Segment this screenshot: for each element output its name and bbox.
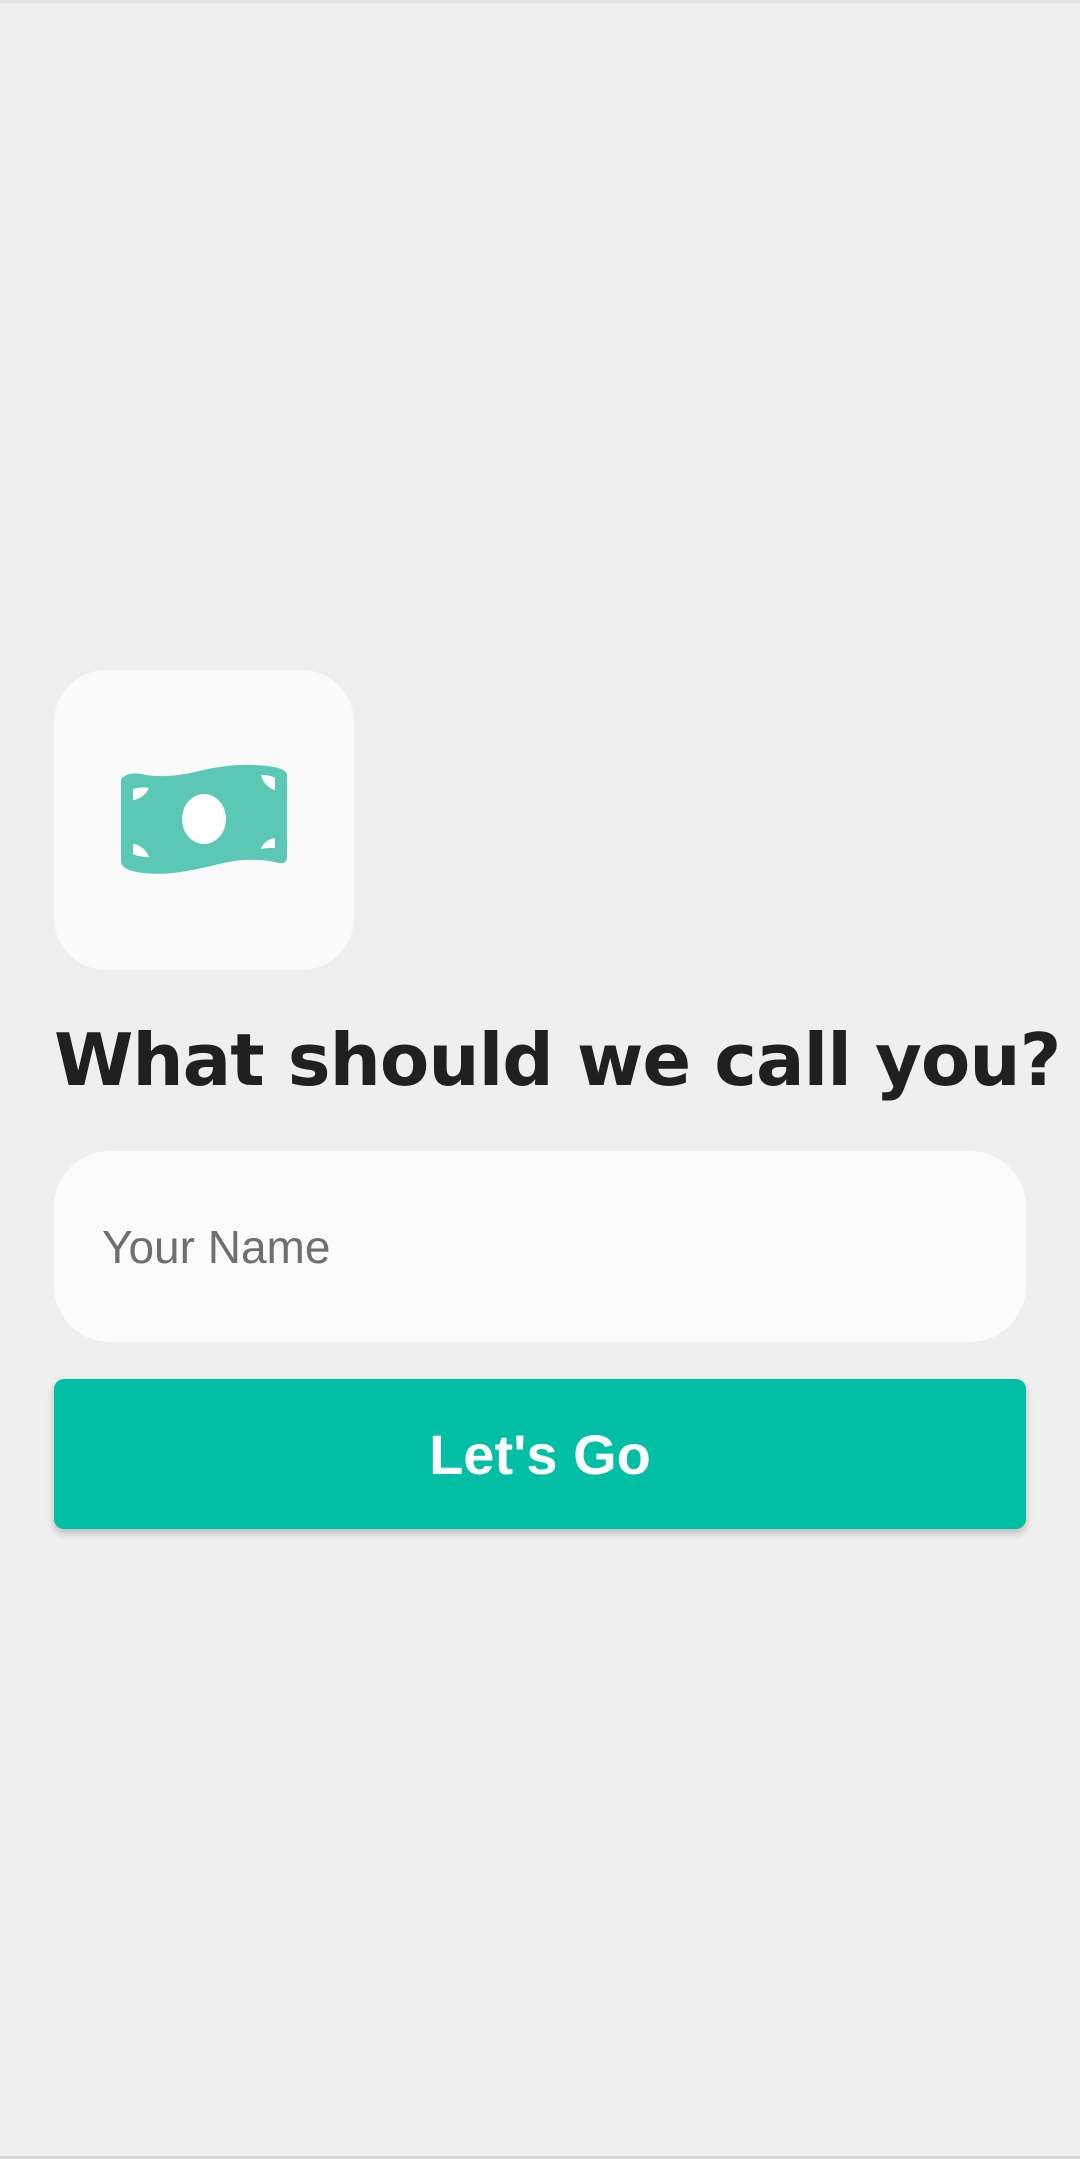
status-bar-edge bbox=[0, 0, 1080, 3]
page-title: What should we call you? bbox=[54, 1018, 1061, 1102]
lets-go-button[interactable]: Let's Go bbox=[54, 1379, 1026, 1529]
app-icon-tile bbox=[54, 670, 354, 970]
name-field[interactable] bbox=[54, 1151, 1026, 1342]
money-bill-icon bbox=[121, 764, 287, 874]
lets-go-button-label: Let's Go bbox=[429, 1422, 651, 1486]
onboarding-screen: What should we call you? Let's Go bbox=[0, 0, 1080, 2159]
name-input[interactable] bbox=[102, 1219, 978, 1274]
